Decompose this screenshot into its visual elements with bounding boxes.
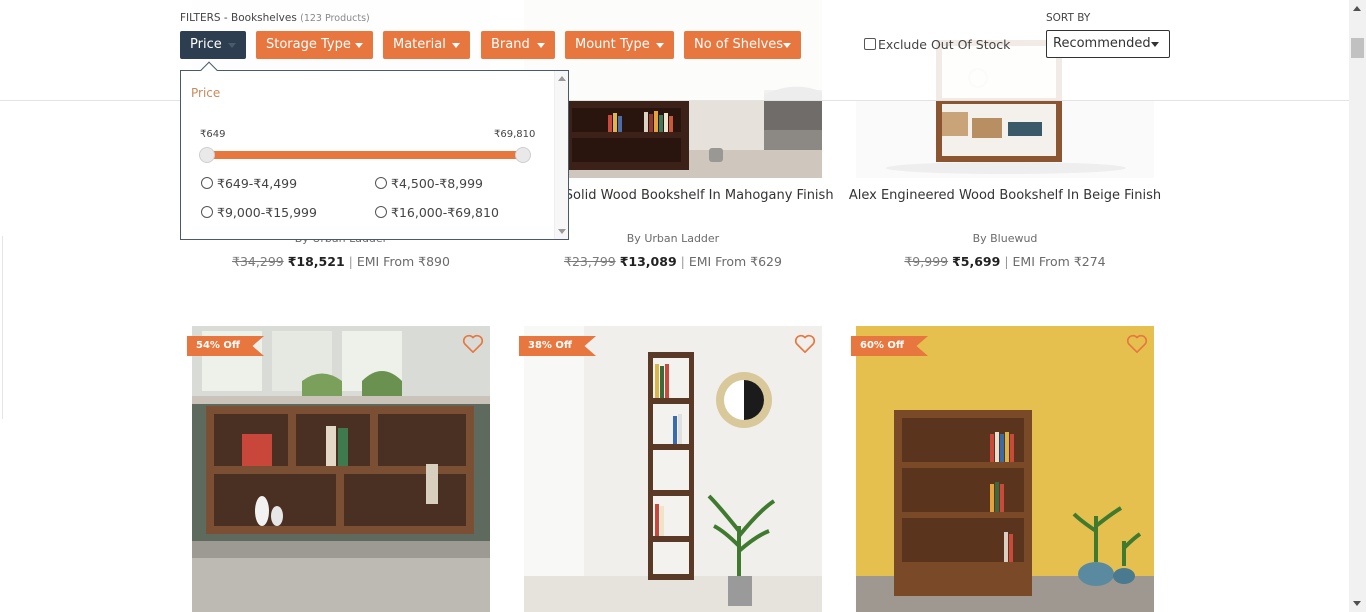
- emi-text: EMI From ₹274: [1012, 254, 1106, 269]
- price-range-track[interactable]: [207, 151, 523, 159]
- bookshelf-photo: [192, 326, 490, 612]
- heart-icon[interactable]: [794, 334, 816, 354]
- price-option-1[interactable]: ₹649-₹4,499: [201, 176, 297, 191]
- product-image[interactable]: [524, 326, 822, 612]
- option-label: ₹16,000-₹69,810: [391, 205, 499, 220]
- filter-chip-no-of-shelves[interactable]: No of Shelves: [684, 31, 801, 59]
- price-separator: |: [680, 254, 685, 269]
- radio-icon[interactable]: [201, 206, 213, 218]
- caret-down-icon: [537, 43, 545, 48]
- sale-price: ₹13,089: [619, 254, 677, 269]
- product-title[interactable]: Alex Engineered Wood Bookshelf In Beige …: [826, 188, 1184, 204]
- radio-icon[interactable]: [201, 177, 213, 189]
- product-card-5[interactable]: 38% Off: [519, 326, 822, 612]
- caret-down-icon: [783, 43, 791, 48]
- caret-down-icon: [355, 43, 363, 48]
- discount-badge: 38% Off: [519, 336, 597, 356]
- filter-chip-storage-type[interactable]: Storage Type: [256, 31, 373, 59]
- mrp-price: ₹9,999: [904, 254, 949, 269]
- range-max-label: ₹69,810: [494, 129, 536, 140]
- sort-select[interactable]: Recommended: [1046, 30, 1170, 58]
- filters-prefix: FILTERS - Bookshelves: [180, 12, 297, 24]
- bookshelf-photo: [524, 326, 822, 612]
- option-label: ₹649-₹4,499: [217, 176, 298, 191]
- heart-icon[interactable]: [462, 334, 484, 354]
- filter-chip-material[interactable]: Material: [383, 31, 470, 59]
- scroll-down-icon[interactable]: [558, 229, 566, 234]
- sort-value: Recommended: [1053, 36, 1151, 51]
- product-card-4[interactable]: 54% Off: [187, 326, 490, 612]
- emi-text: EMI From ₹629: [688, 254, 782, 269]
- mrp-price: ₹23,799: [564, 254, 616, 269]
- page-scrollbar[interactable]: [1349, 0, 1366, 612]
- exclude-oos-label: Exclude Out Of Stock: [878, 37, 1011, 52]
- scroll-up-icon[interactable]: [558, 76, 566, 81]
- chip-label: Storage Type: [266, 37, 351, 52]
- range-min-handle[interactable]: [199, 147, 215, 163]
- product-image[interactable]: [192, 326, 490, 612]
- chip-label: Material: [393, 37, 446, 52]
- chip-label: Brand: [491, 37, 530, 52]
- sale-price: ₹5,699: [952, 254, 1001, 269]
- price-filter-dropdown: Price ₹649 ₹69,810 ₹649-₹4,499 ₹4,500-₹8…: [180, 61, 569, 240]
- chip-label: Price: [190, 37, 222, 52]
- chip-label: No of Shelves: [694, 37, 784, 52]
- chip-label: Mount Type: [575, 37, 650, 52]
- emi-text: EMI From ₹890: [356, 254, 450, 269]
- discount-badge: 54% Off: [187, 336, 265, 356]
- filter-chip-brand[interactable]: Brand: [481, 31, 555, 59]
- filter-chip-mount-type[interactable]: Mount Type: [565, 31, 674, 59]
- range-min-label: ₹649: [200, 129, 226, 140]
- dropdown-title: Price: [191, 86, 221, 100]
- heart-icon[interactable]: [1126, 334, 1148, 354]
- option-label: ₹4,500-₹8,999: [391, 176, 483, 191]
- price-separator: |: [348, 254, 353, 269]
- scroll-down-icon[interactable]: [1353, 601, 1361, 606]
- sort-by-label: SORT BY: [1046, 12, 1091, 24]
- radio-icon[interactable]: [375, 177, 387, 189]
- sale-price: ₹18,521: [287, 254, 345, 269]
- dropdown-scrollbar[interactable]: [554, 71, 568, 239]
- caret-down-icon: [656, 43, 664, 48]
- product-brand: By Bluewud: [972, 232, 1038, 245]
- bookshelf-photo: [856, 326, 1154, 612]
- exclude-out-of-stock[interactable]: Exclude Out Of Stock: [864, 37, 1010, 52]
- product-count: (123 Products): [300, 13, 370, 24]
- product-price: ₹34,299 ₹18,521 | EMI From ₹890: [192, 254, 490, 269]
- radio-icon[interactable]: [375, 206, 387, 218]
- product-price: ₹9,999 ₹5,699 | EMI From ₹274: [856, 254, 1154, 269]
- scroll-up-icon[interactable]: [1353, 6, 1361, 11]
- checkbox-icon[interactable]: [864, 38, 876, 50]
- range-max-handle[interactable]: [515, 147, 531, 163]
- product-listing-page: By Urban Ladder ₹34,299 ₹18,521 | EMI Fr…: [0, 0, 1366, 612]
- caret-down-icon: [228, 43, 236, 48]
- page-left-edge: [0, 236, 3, 419]
- price-option-2[interactable]: ₹4,500-₹8,999: [375, 176, 483, 191]
- scroll-thumb[interactable]: [1351, 38, 1364, 58]
- discount-badge: 60% Off: [851, 336, 929, 356]
- product-image[interactable]: [856, 326, 1154, 612]
- caret-down-icon: [452, 43, 460, 48]
- filter-chip-price[interactable]: Price: [180, 31, 246, 59]
- price-option-3[interactable]: ₹9,000-₹15,999: [201, 205, 317, 220]
- caret-down-icon: [1151, 42, 1159, 47]
- price-separator: |: [1004, 254, 1009, 269]
- option-label: ₹9,000-₹15,999: [217, 205, 317, 220]
- price-option-4[interactable]: ₹16,000-₹69,810: [375, 205, 499, 220]
- product-card-6[interactable]: 60% Off: [851, 326, 1154, 612]
- filters-heading: FILTERS - Bookshelves (123 Products): [180, 12, 370, 24]
- mrp-price: ₹34,299: [232, 254, 284, 269]
- product-price: ₹23,799 ₹13,089 | EMI From ₹629: [524, 254, 822, 269]
